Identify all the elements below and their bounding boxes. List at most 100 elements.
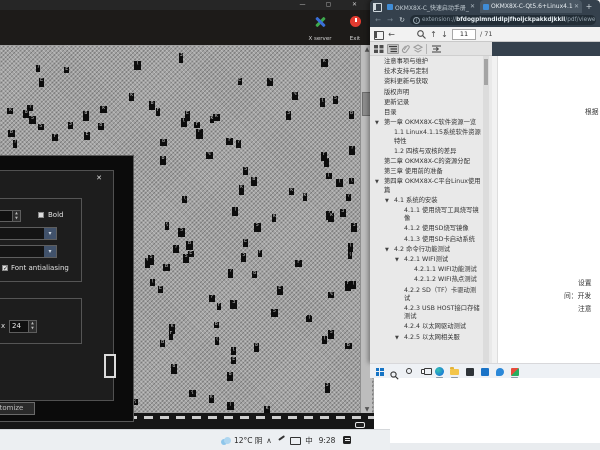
noise-glyph: 5: [178, 228, 185, 238]
new-tab-button[interactable]: +: [584, 1, 594, 12]
spinner-arrows-icon[interactable]: ▲▼: [28, 321, 36, 332]
taskbar-icon-start[interactable]: [374, 366, 385, 377]
refresh-icon[interactable]: ↻: [397, 15, 407, 25]
chevron-down-icon[interactable]: ▾: [44, 228, 56, 239]
noise-glyph: B: [186, 241, 192, 250]
bold-checkbox[interactable]: [38, 212, 44, 218]
sidebar-toggle-icon[interactable]: [373, 29, 384, 40]
xserver-button[interactable]: X server: [305, 14, 335, 42]
thumbnails-view-icon[interactable]: [373, 44, 385, 54]
tab-user-manual-active[interactable]: OKMX8X-C-Qt5.6+Linux4.1.15- ✕: [480, 0, 582, 13]
rows-spinner[interactable]: 24 ▲▼: [9, 320, 37, 333]
clock[interactable]: 9:28: [316, 433, 338, 448]
expander-icon[interactable]: ▼: [385, 197, 389, 205]
antialias-checkbox[interactable]: ✓: [2, 265, 8, 271]
pen-icon[interactable]: [276, 433, 285, 448]
toc-item[interactable]: 4.1.2 使用SD烧写镜像: [370, 225, 482, 233]
current-outline-item-icon[interactable]: [431, 44, 443, 54]
toc-item[interactable]: 注意事项与维护: [370, 58, 482, 66]
scrollbar-thumb[interactable]: [484, 59, 488, 85]
font-family-dropdown[interactable]: ▾: [0, 227, 57, 240]
vertical-tabs-icon[interactable]: [372, 2, 382, 11]
noise-glyph: E: [39, 78, 45, 87]
toc-item[interactable]: 第三章 使用前的准备: [370, 168, 482, 176]
toc-item[interactable]: 4.2.1.2 WIFI热点测试: [370, 276, 482, 284]
toc-item[interactable]: 1.2 四核与双核的差异: [370, 148, 482, 156]
toc-item[interactable]: 1.1 Linux4.1.15系统软件资源特性: [370, 129, 482, 145]
noise-glyph: ?: [236, 140, 241, 148]
expander-icon[interactable]: ▼: [395, 334, 399, 342]
expander-icon[interactable]: ▼: [375, 178, 379, 186]
toc-item[interactable]: 4.1.3 使用SD卡启动系统: [370, 236, 482, 244]
customize-button[interactable]: Customize: [0, 402, 35, 415]
chevron-down-icon[interactable]: ▾: [44, 246, 56, 257]
layers-icon[interactable]: [413, 44, 425, 54]
toc-item[interactable]: 更新记录: [370, 99, 482, 107]
tab-close-icon[interactable]: ✕: [573, 3, 580, 10]
toc-item[interactable]: 目录: [370, 109, 482, 117]
taskbar-icon-search[interactable]: [389, 366, 400, 377]
noise-glyph: 5: [254, 223, 261, 232]
tray-overflow-icon[interactable]: ∧: [264, 433, 274, 448]
page-text: 间：开发: [564, 290, 591, 300]
outline-view-icon[interactable]: [387, 44, 399, 54]
spinner-arrows-icon[interactable]: ▲▼: [12, 211, 20, 221]
toc-item[interactable]: 4.1.1 使用烧写工具烧写镜像: [370, 207, 482, 223]
address-bar[interactable]: i extension://bfdogplmndidlpjfhoijckpakk…: [410, 15, 596, 25]
toc-item[interactable]: ▼4.1 系统的安装: [370, 197, 482, 205]
taskbar-icon-colorapp[interactable]: [509, 366, 520, 377]
exit-button[interactable]: Exit: [340, 14, 370, 42]
toc-item[interactable]: ▼第四章 OKMX8X-C平台Linux使用篇: [370, 178, 482, 194]
tab-close-icon[interactable]: ✕: [469, 3, 476, 10]
close-icon[interactable]: ✕: [350, 1, 359, 9]
toc-item[interactable]: ▼4.2 命令行功能测试: [370, 246, 482, 254]
taskbar-icon-blueapp[interactable]: [494, 366, 505, 377]
taskbar-icon-cortana[interactable]: [404, 366, 415, 377]
notification-center-icon[interactable]: [342, 433, 352, 448]
maximize-icon[interactable]: ▢: [324, 1, 333, 9]
expander-icon[interactable]: ▼: [375, 119, 379, 127]
toc-item[interactable]: ▼4.2.5 以太网相关服: [370, 334, 482, 342]
search-icon[interactable]: [416, 29, 427, 40]
taskbar-icon-edge[interactable]: [434, 366, 445, 377]
noise-glyph: B: [345, 343, 352, 349]
minimize-icon[interactable]: —: [298, 1, 307, 9]
page-info-icon[interactable]: i: [413, 17, 420, 24]
page-down-icon[interactable]: ↓: [439, 29, 450, 40]
ime-indicator[interactable]: 中: [303, 433, 315, 448]
pdf-back-icon[interactable]: ←: [386, 29, 397, 40]
focused-button[interactable]: [104, 354, 116, 378]
taskbar-icon-folder[interactable]: [449, 366, 460, 377]
resize-grip[interactable]: [355, 422, 365, 428]
toc-item[interactable]: 第二章 OKMX8X-C的资源分配: [370, 158, 482, 166]
toc-item[interactable]: 版权声明: [370, 89, 482, 97]
expander-icon[interactable]: ▼: [385, 246, 389, 254]
rows-value: 24: [12, 322, 21, 330]
dialog-close-icon[interactable]: ✕: [93, 173, 105, 183]
sidebar-scrollbar[interactable]: [483, 56, 489, 363]
toc-item[interactable]: 技术支持与定制: [370, 68, 482, 76]
toc-item[interactable]: 4.2.2 SD（TF）卡驱动测试: [370, 287, 482, 303]
toc-item[interactable]: ▼4.2.1 WIFI测试: [370, 256, 482, 264]
font-fallback-dropdown[interactable]: ▾: [0, 245, 57, 258]
toc-item[interactable]: 4.2.1.1 WIFI功能测试: [370, 266, 482, 274]
toc-item[interactable]: 4.2.3 USB HOST接口存储测试: [370, 305, 482, 321]
font-size-spinner[interactable]: 0 ▲▼: [0, 210, 21, 222]
attachments-icon[interactable]: [401, 44, 413, 54]
toc-item[interactable]: 资料更新与获取: [370, 78, 482, 86]
display-icon[interactable]: [289, 433, 300, 448]
noise-glyph: E: [243, 239, 247, 247]
forward-icon[interactable]: →: [385, 15, 395, 25]
tab-quickstart-manual[interactable]: OKMX8X-C_快速启动手册_V1.1- ✕: [384, 0, 478, 13]
expander-icon[interactable]: ▼: [395, 256, 399, 264]
taskbar-icon-mail[interactable]: [479, 366, 490, 377]
back-icon[interactable]: ←: [373, 15, 383, 25]
toc-item[interactable]: ▼第一章 OKMX8X-C软件资源一览: [370, 119, 482, 127]
taskbar-icon-taskview[interactable]: [419, 366, 430, 377]
noise-glyph: (: [150, 279, 154, 286]
page-number-input[interactable]: 11: [452, 29, 476, 40]
toc-item[interactable]: 4.2.4 以太网驱动测试: [370, 323, 482, 331]
page-up-icon[interactable]: ↑: [428, 29, 439, 40]
taskbar-icon-darkapp[interactable]: [464, 366, 475, 377]
noise-glyph: 5: [148, 255, 155, 265]
